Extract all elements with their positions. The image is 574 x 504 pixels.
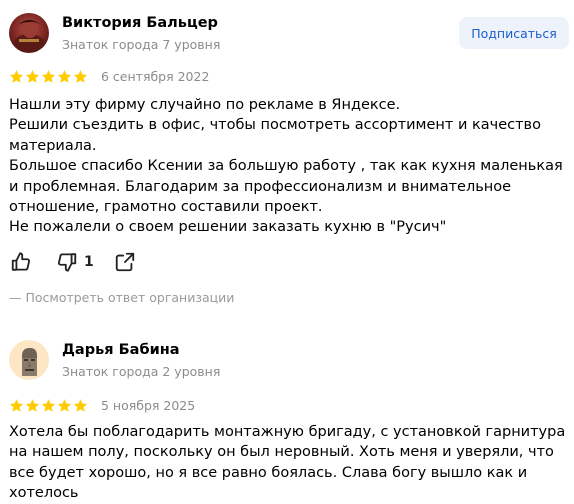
like-button[interactable] bbox=[10, 251, 32, 273]
star-icon bbox=[9, 70, 24, 83]
review-text-line: Решили съездить в офис, чтобы посмотреть… bbox=[9, 117, 541, 154]
author-level: Знаток города 2 уровня bbox=[62, 364, 221, 379]
review-text-line: Нашли эту фирму случайно по рекламе в Ян… bbox=[9, 97, 401, 113]
dislike-button[interactable]: 1 bbox=[56, 251, 94, 273]
review-card: Дарья Бабина Знаток города 2 уровня 5 но… bbox=[0, 320, 574, 501]
review-date: 6 сентября 2022 bbox=[101, 69, 210, 84]
author-level: Знаток города 7 уровня bbox=[62, 37, 221, 52]
review-card: Виктория Бальцер Знаток города 7 уровня … bbox=[0, 0, 574, 320]
thumbs-down-icon bbox=[57, 253, 77, 272]
org-reply-link[interactable]: — Посмотреть ответ организации bbox=[9, 290, 234, 305]
author-name[interactable]: Дарья Бабина bbox=[62, 342, 180, 358]
star-icon bbox=[41, 399, 56, 412]
review-text: Нашли эту фирму случайно по рекламе в Ян… bbox=[9, 95, 569, 238]
star-icon bbox=[73, 70, 88, 83]
star-icon bbox=[57, 70, 72, 83]
share-icon bbox=[115, 252, 135, 272]
share-button[interactable] bbox=[114, 251, 136, 273]
rating-stars bbox=[9, 69, 88, 84]
author-avatar[interactable] bbox=[9, 340, 49, 380]
review-text: Хотела бы поблагодарить монтажную бригад… bbox=[9, 422, 569, 504]
dislike-count: 1 bbox=[84, 254, 94, 270]
review-text-line: Хотела бы поблагодарить монтажную бригад… bbox=[9, 424, 566, 502]
user-photo-avatar-icon bbox=[9, 13, 49, 53]
rating-stars bbox=[9, 398, 88, 413]
author-avatar[interactable] bbox=[9, 13, 49, 53]
review-date: 5 ноября 2025 bbox=[101, 398, 196, 413]
moai-statue-avatar-icon bbox=[9, 340, 49, 380]
review-text-line: Не пожалели о своем решении заказать кух… bbox=[9, 219, 447, 236]
author-name[interactable]: Виктория Бальцер bbox=[62, 15, 218, 31]
star-icon bbox=[41, 70, 56, 83]
star-icon bbox=[73, 399, 88, 412]
review-text-line: Большое спасибо Ксении за большую работу… bbox=[9, 158, 563, 216]
thumbs-up-icon bbox=[11, 252, 31, 271]
subscribe-button[interactable]: Подписаться bbox=[459, 17, 569, 49]
star-icon bbox=[25, 399, 40, 412]
star-icon bbox=[25, 70, 40, 83]
star-icon bbox=[57, 399, 72, 412]
star-icon bbox=[9, 399, 24, 412]
